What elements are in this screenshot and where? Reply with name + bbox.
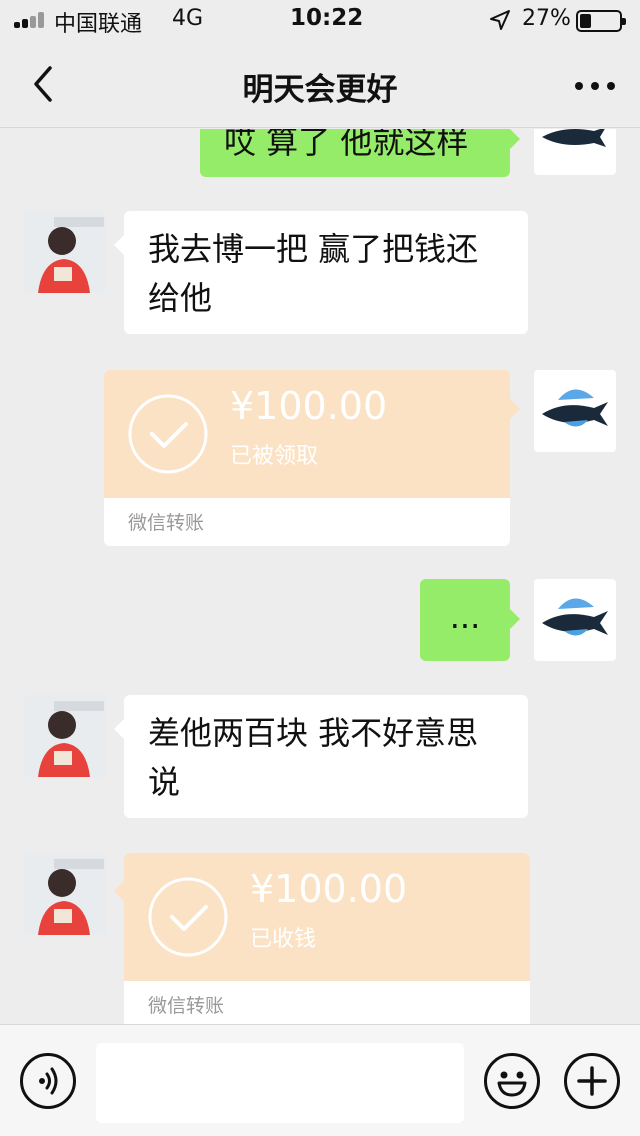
bubble-tail [114,719,124,739]
message-bubble-received[interactable]: 我去博一把 赢了把钱还给他 [124,211,528,334]
chat-area[interactable]: 哎 算了 他就这样 我去博一把 赢了把钱还给他 ¥100.00 已被领取 微信转… [0,129,640,1024]
check-icon [128,394,208,474]
nav-bar: 明天会更好 [0,40,640,128]
bubble-tail [114,235,124,255]
transfer-amount: ¥100.00 [250,867,408,911]
avatar-self[interactable] [534,129,616,175]
transfer-card-sent[interactable]: ¥100.00 已被领取 微信转账 [104,370,510,546]
input-bar [0,1024,640,1136]
voice-icon[interactable] [20,1053,76,1109]
bubble-tail [510,609,520,629]
check-icon [148,877,228,957]
bubble-tail [510,129,520,149]
carrier-name: 中国联通 [54,12,143,37]
message-text: 差他两百块 我不好意思说 [148,714,479,801]
avatar-contact[interactable] [24,853,106,935]
plus-icon[interactable] [564,1053,620,1109]
bubble-tail [510,399,520,419]
network-type: 4G [172,6,204,31]
status-time: 10:22 [290,5,364,31]
transfer-label: 微信转账 [128,512,205,534]
transfer-status: 已收钱 [250,927,317,952]
transfer-amount: ¥100.00 [230,384,388,428]
transfer-card-received[interactable]: ¥100.00 已收钱 微信转账 [124,853,530,1024]
chat-title: 明天会更好 [242,72,398,108]
bubble-tail [114,881,124,901]
location-arrow-icon [490,10,510,30]
avatar-self[interactable] [534,579,616,661]
signal-icon [14,12,48,28]
transfer-label: 微信转账 [148,995,225,1017]
message-text: ... [449,598,481,636]
message-bubble-sent[interactable]: 哎 算了 他就这样 [200,129,510,177]
avatar-contact[interactable] [24,695,106,777]
battery-icon [576,10,626,32]
message-bubble-sent[interactable]: ... [420,579,510,661]
more-dots-icon[interactable] [570,70,620,100]
message-bubble-received[interactable]: 差他两百块 我不好意思说 [124,695,528,818]
message-input[interactable] [96,1043,464,1123]
status-bar: 中国联通 4G 10:22 27% [0,0,640,40]
emoji-icon[interactable] [484,1053,540,1109]
message-text: 哎 算了 他就这样 [224,129,469,161]
transfer-status: 已被领取 [230,444,319,469]
message-text: 我去博一把 赢了把钱还给他 [148,230,479,317]
battery-percent: 27% [522,6,571,31]
avatar-contact[interactable] [24,211,106,293]
avatar-self[interactable] [534,370,616,452]
